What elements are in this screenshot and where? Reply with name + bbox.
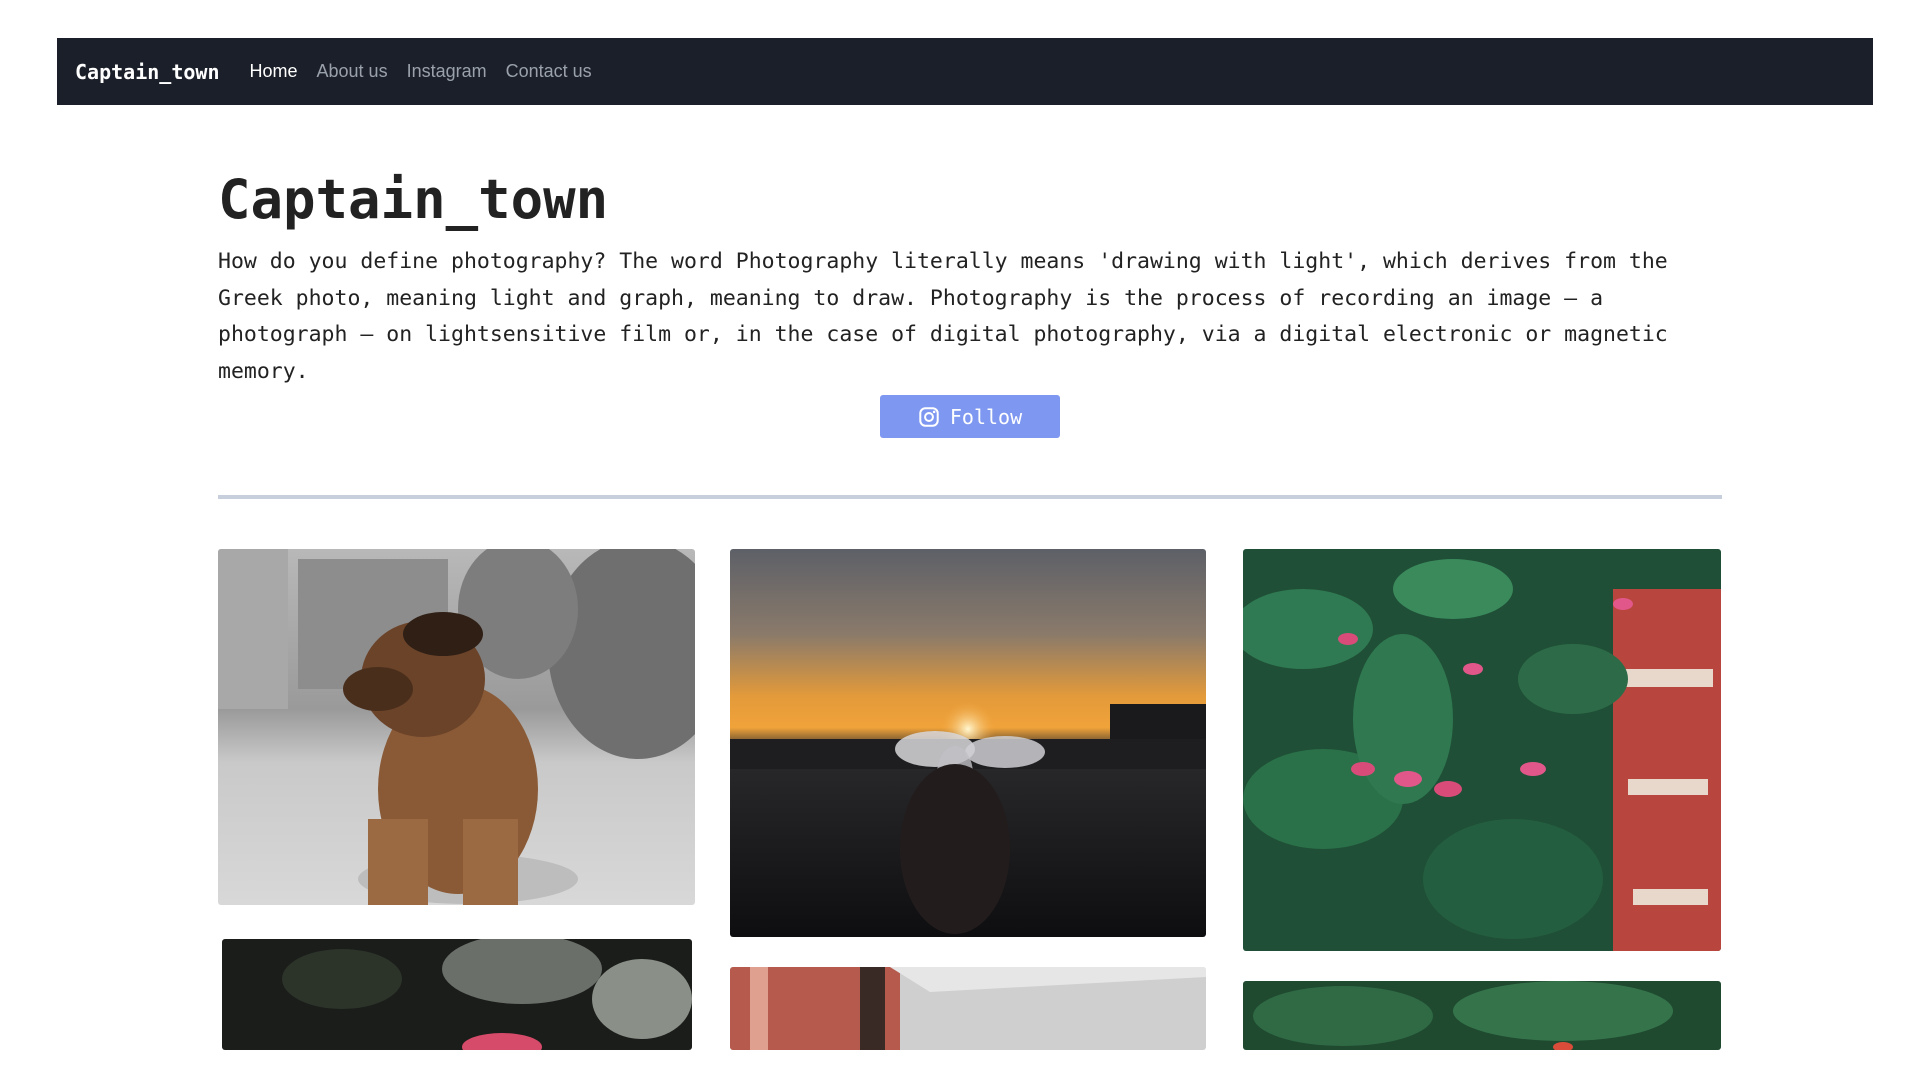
nav-link-contact[interactable]: Contact us: [506, 61, 592, 82]
sunset-flower-photo[interactable]: [730, 549, 1206, 937]
brand-logo[interactable]: Captain_town: [75, 60, 220, 84]
leaves-photo[interactable]: [1243, 981, 1721, 1050]
follow-button[interactable]: Follow: [880, 395, 1060, 438]
nav-link-about[interactable]: About us: [317, 61, 388, 82]
building-photo[interactable]: [730, 967, 1206, 1050]
section-divider: [218, 495, 1722, 499]
page-title: Captain_town: [218, 168, 609, 231]
page-description: How do you define photography? The word …: [218, 249, 1668, 384]
pink-flowers-photo[interactable]: [1243, 549, 1721, 951]
dark-flower-photo[interactable]: [222, 939, 692, 1050]
navbar: Captain_town Home About us Instagram Con…: [57, 38, 1873, 105]
hero-section: Captain_town How do you define photograp…: [218, 160, 1722, 390]
instagram-icon: [919, 406, 939, 427]
nav-link-home[interactable]: Home: [250, 61, 298, 82]
puppy-photo[interactable]: [218, 549, 695, 905]
follow-button-label: Follow: [949, 404, 1023, 429]
nav-link-instagram[interactable]: Instagram: [407, 61, 487, 82]
